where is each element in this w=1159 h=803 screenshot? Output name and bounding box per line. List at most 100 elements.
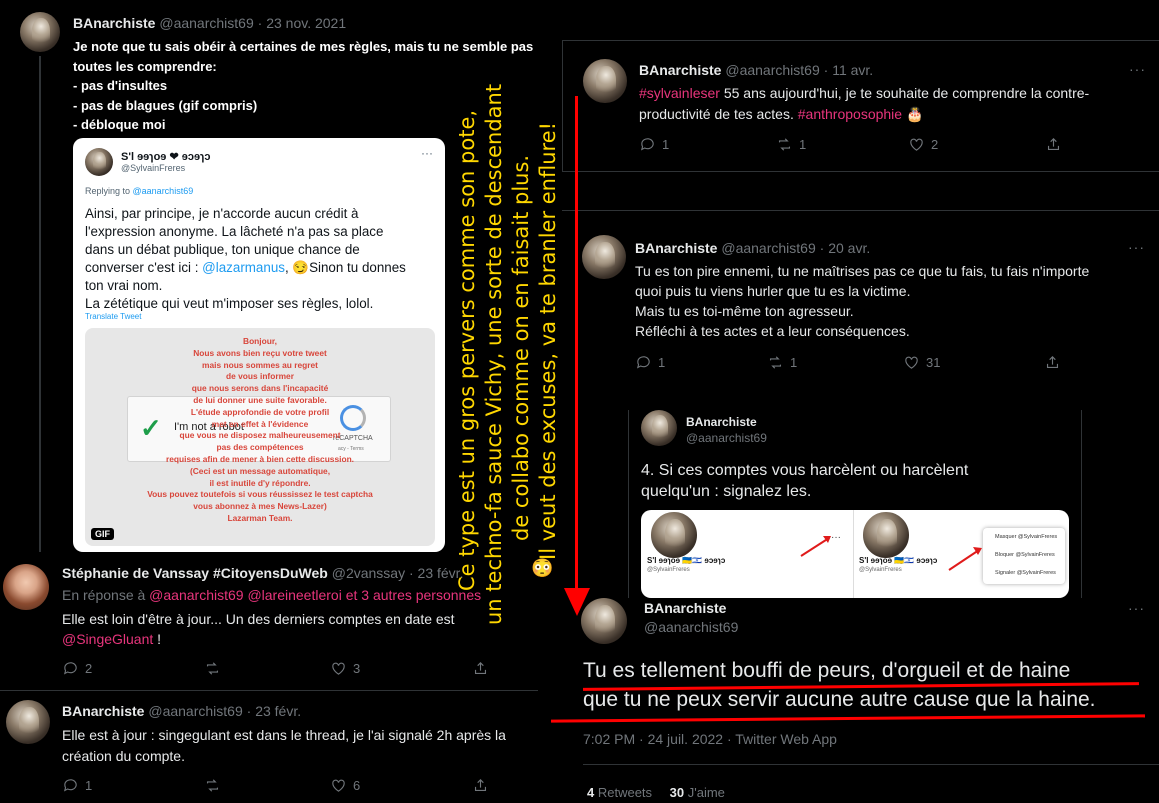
- reply-count: 2: [85, 661, 93, 676]
- author-name[interactable]: BAnarchiste: [639, 62, 721, 78]
- tweet-actions: 2 3: [62, 660, 489, 677]
- divider: [0, 690, 538, 691]
- avatar[interactable]: [3, 564, 49, 610]
- captcha-msg-line: que nous serons dans l'incapacité: [191, 383, 329, 394]
- hashtag[interactable]: #anthroposophie: [798, 106, 902, 122]
- captcha-msg-line: mais nous sommes au regret: [202, 359, 318, 370]
- like-count: 31: [926, 355, 941, 370]
- more-icon[interactable]: ···: [1128, 239, 1145, 255]
- reply-to-mentions[interactable]: @aanarchist69 @lareineetleroi et 3 autre…: [149, 587, 481, 603]
- avatar[interactable]: [583, 59, 627, 103]
- quoted-text-line: dans un débat publique, ton unique chanc…: [85, 242, 360, 257]
- retweet-button[interactable]: 1: [767, 354, 903, 371]
- tweet-date[interactable]: · 11 avr.: [824, 62, 874, 78]
- author-handle[interactable]: @aanarchist69: [148, 703, 242, 719]
- share-icon: [474, 662, 487, 675]
- like-count: 30: [669, 785, 685, 800]
- retweet-button[interactable]: [204, 777, 330, 794]
- tweet-text-line: Tu es tellement bouffi de peurs, d'orgue…: [583, 659, 1071, 682]
- author-name[interactable]: BAnarchiste: [62, 703, 144, 719]
- author-name[interactable]: BAnarchiste: [644, 600, 738, 616]
- reply-button[interactable]: 1: [635, 354, 767, 371]
- avatar[interactable]: [582, 235, 626, 279]
- card-author-handle: @SylvainFreres: [647, 567, 690, 573]
- heart-icon: [332, 662, 345, 675]
- share-button[interactable]: [472, 660, 489, 677]
- tweet-text-line: Mais tu es toi-même ton agresseur.: [635, 303, 854, 319]
- arrow-shaft: [575, 96, 578, 592]
- like-button[interactable]: 31: [903, 354, 1044, 371]
- quoted-text-line: La zététique qui veut m'imposer ses règl…: [85, 296, 374, 311]
- quoted-tweet-card[interactable]: S'l ɘɘɿoɘ ❤ ɘɔɘɿɔ @SylvainFreres ··· Rep…: [73, 138, 445, 552]
- share-button[interactable]: [1044, 354, 1061, 371]
- like-count: 3: [353, 661, 361, 676]
- card-author-handle: @SylvainFreres: [859, 567, 902, 573]
- captcha-msg-line: de lui donner une suite favorable.: [193, 394, 327, 405]
- hashtag[interactable]: #sylvainleser: [639, 85, 720, 101]
- tweet-text-line: quoi puis tu viens hurler que tu es la v…: [635, 283, 911, 299]
- avatar[interactable]: [6, 700, 50, 744]
- captcha-msg-line: pas des compétences: [216, 442, 304, 453]
- retweet-button[interactable]: 1: [776, 136, 908, 153]
- tweet-text-line: - pas d'insultes: [73, 78, 168, 93]
- reply-button[interactable]: 2: [62, 660, 204, 677]
- like-button[interactable]: 6: [330, 777, 472, 794]
- author-handle[interactable]: @aanarchist69: [686, 431, 767, 445]
- author-handle[interactable]: @aanarchist69: [159, 15, 253, 31]
- share-button[interactable]: [1045, 136, 1062, 153]
- share-button[interactable]: [472, 777, 489, 794]
- more-icon[interactable]: ···: [1128, 600, 1145, 616]
- avatar: [861, 510, 911, 560]
- author-handle[interactable]: @2vanssay: [332, 565, 405, 581]
- tweet-timestamp[interactable]: 7:02 PM · 24 juil. 2022 · Twitter Web Ap…: [583, 731, 837, 747]
- like-button[interactable]: 2: [908, 136, 1045, 153]
- tweet-date[interactable]: · 20 avr.: [820, 240, 871, 256]
- retweet-count: 1: [790, 355, 798, 370]
- more-icon[interactable]: ···: [421, 146, 433, 160]
- like-button[interactable]: 3: [330, 660, 472, 677]
- share-icon: [1046, 356, 1059, 369]
- tweet-actions: 1 1 31: [635, 354, 1061, 371]
- avatar: [649, 510, 699, 560]
- reply-button[interactable]: 1: [62, 777, 204, 794]
- tweet-mention[interactable]: @SingeGluant: [62, 631, 153, 647]
- captcha-gif[interactable]: ✓ I'm not a robot reCAPTCHA acy - Terms …: [85, 328, 435, 546]
- like-label: J'aime: [684, 785, 725, 800]
- tweet-date[interactable]: · 23 févr.: [247, 703, 301, 719]
- retweet-count: 1: [799, 137, 807, 152]
- retweet-stat[interactable]: 4 Retweets: [587, 785, 652, 800]
- quoted-author-name[interactable]: S'l ɘɘɿoɘ ❤ ɘɔɘɿɔ: [121, 150, 211, 163]
- menu-item-mute: Masquer @SylvainFreres: [995, 534, 1058, 540]
- reply-button[interactable]: 1: [639, 136, 776, 153]
- author-handle[interactable]: @aanarchist69: [721, 240, 815, 256]
- avatar[interactable]: [85, 148, 113, 176]
- tweet-enemy-panel: BAnarchiste @aanarchist69 · 20 avr. ··· …: [562, 210, 1159, 387]
- like-stat[interactable]: 30 J'aime: [670, 785, 725, 800]
- quoted-author-handle[interactable]: @SylvainFreres: [121, 163, 211, 173]
- author-handle[interactable]: @aanarchist69: [725, 62, 819, 78]
- avatar[interactable]: [20, 12, 60, 52]
- captcha-msg-line: met en effet à l'évidence: [211, 418, 309, 429]
- retweet-icon: [778, 138, 791, 151]
- author-name[interactable]: BAnarchiste: [635, 240, 717, 256]
- author-name[interactable]: BAnarchiste: [73, 15, 155, 31]
- tweet-text-line: Elle est à jour : singegulant est dans l…: [62, 727, 506, 743]
- overlay-line-3: de collabo comme on en faisait plus.: [509, 154, 533, 541]
- author-name[interactable]: Stéphanie de Vanssay #CitoyensDuWeb: [62, 565, 328, 581]
- author-name[interactable]: BAnarchiste: [686, 415, 767, 429]
- retweet-label: Retweets: [594, 785, 653, 800]
- captcha-msg-line: que vous ne disposez malheureusement: [179, 430, 341, 441]
- heart-icon: [910, 138, 923, 151]
- red-arrow-icon: [800, 536, 831, 557]
- replying-handle[interactable]: @aanarchist69: [133, 186, 194, 196]
- author-handle[interactable]: @aanarchist69: [644, 619, 738, 635]
- retweet-icon: [206, 779, 219, 792]
- avatar[interactable]: [641, 410, 677, 446]
- tweet-media[interactable]: ··· S'l ɘɘɿoɘ 🇺🇦🇮🇱 ɘɔɘɿɔ @SylvainFreres …: [641, 510, 1069, 598]
- flushed-emoji: 😳: [531, 558, 554, 578]
- retweet-button[interactable]: [204, 660, 330, 677]
- more-icon[interactable]: ···: [1129, 61, 1146, 77]
- translate-link[interactable]: Translate Tweet: [85, 312, 141, 321]
- quoted-mention[interactable]: @lazarmanus: [202, 260, 285, 275]
- tweet-date[interactable]: · 23 nov. 2021: [258, 15, 346, 31]
